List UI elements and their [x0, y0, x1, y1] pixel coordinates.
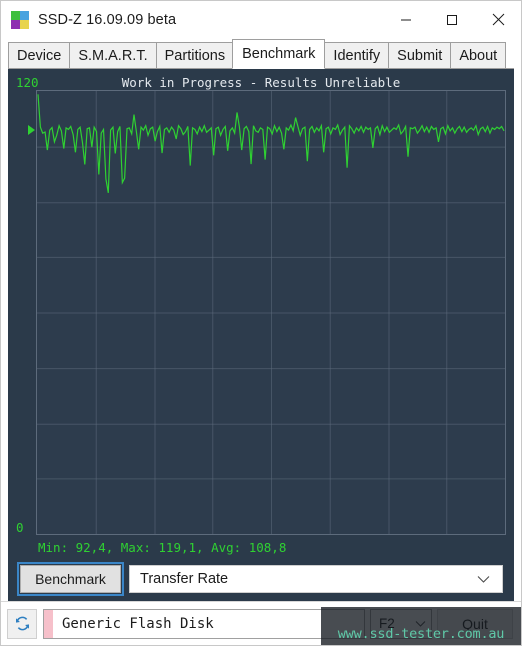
benchmark-warning-title: Work in Progress - Results Unreliable: [121, 75, 401, 90]
app-icon-quadrant-purple: [11, 19, 20, 29]
app-icon-quadrant-blue: [20, 10, 29, 20]
tab-benchmark[interactable]: Benchmark: [232, 39, 326, 69]
close-button[interactable]: [475, 1, 521, 38]
tab-bar: Device S.M.A.R.T. Partitions Benchmark I…: [1, 38, 521, 69]
current-value-marker: [28, 125, 35, 136]
app-icon-quadrant-yellow: [20, 19, 29, 29]
status-bar: Generic Flash Disk F2 Quit www.ssd-teste…: [1, 601, 521, 645]
tab-benchmark-label: Benchmark: [242, 46, 316, 62]
maximize-button[interactable]: [429, 1, 475, 38]
tab-about[interactable]: About: [450, 42, 507, 69]
title-bar: SSD-Z 16.09.09 beta: [1, 1, 521, 38]
tab-identify[interactable]: Identify: [324, 42, 389, 69]
device-status-accent: [44, 609, 53, 638]
minimize-button[interactable]: [383, 1, 429, 38]
plot-gridlines: [37, 91, 505, 534]
quit-label: Quit: [462, 615, 488, 632]
tab-partitions[interactable]: Partitions: [155, 42, 234, 69]
benchmark-mode-select[interactable]: Transfer Rate: [129, 565, 503, 593]
f2-label: F2: [379, 616, 395, 631]
tab-smart[interactable]: S.M.A.R.T.: [69, 42, 156, 69]
tab-smart-label: S.M.A.R.T.: [78, 47, 148, 64]
run-benchmark-button[interactable]: Benchmark: [17, 562, 124, 596]
chevron-down-icon: [477, 575, 490, 584]
tab-submit-label: Submit: [397, 47, 443, 64]
benchmark-panel: Work in Progress - Results Unreliable 12…: [8, 69, 514, 601]
ssd-z-app-icon: [11, 10, 29, 29]
benchmark-plot-area: [36, 90, 506, 535]
tab-device[interactable]: Device: [8, 42, 70, 69]
tab-identify-label: Identify: [333, 47, 381, 64]
benchmark-controls: Benchmark Transfer Rate: [15, 562, 507, 596]
y-axis-max-label: 120: [16, 75, 39, 90]
window-title: SSD-Z 16.09.09 beta: [38, 11, 177, 28]
window-controls: [383, 1, 521, 38]
benchmark-stats-line: Min: 92,4, Max: 119,1, Avg: 108,8: [38, 540, 287, 555]
y-axis-min-label: 0: [16, 520, 24, 535]
chevron-down-icon: [415, 620, 426, 628]
maximize-icon: [447, 14, 457, 25]
minimize-icon: [401, 19, 411, 20]
close-icon: [492, 13, 504, 26]
tab-about-label: About: [459, 47, 498, 64]
device-name-label: Generic Flash Disk: [62, 615, 214, 632]
benchmark-graph: Work in Progress - Results Unreliable 12…: [15, 75, 507, 557]
refresh-icon: [15, 616, 29, 631]
device-select[interactable]: Generic Flash Disk: [43, 608, 365, 639]
refresh-devices-button[interactable]: [7, 608, 37, 639]
f2-select[interactable]: F2: [370, 608, 432, 639]
tab-partitions-label: Partitions: [164, 47, 226, 64]
app-icon-quadrant-green: [11, 10, 20, 20]
tab-device-label: Device: [17, 47, 62, 64]
tab-submit[interactable]: Submit: [388, 42, 451, 69]
benchmark-mode-value: Transfer Rate: [140, 571, 229, 587]
quit-button[interactable]: Quit: [437, 608, 513, 639]
run-benchmark-label: Benchmark: [35, 571, 106, 587]
ssd-z-window: SSD-Z 16.09.09 beta Device S.M.A.R.T. Pa…: [0, 0, 522, 646]
benchmark-trace-svg: [37, 91, 505, 534]
